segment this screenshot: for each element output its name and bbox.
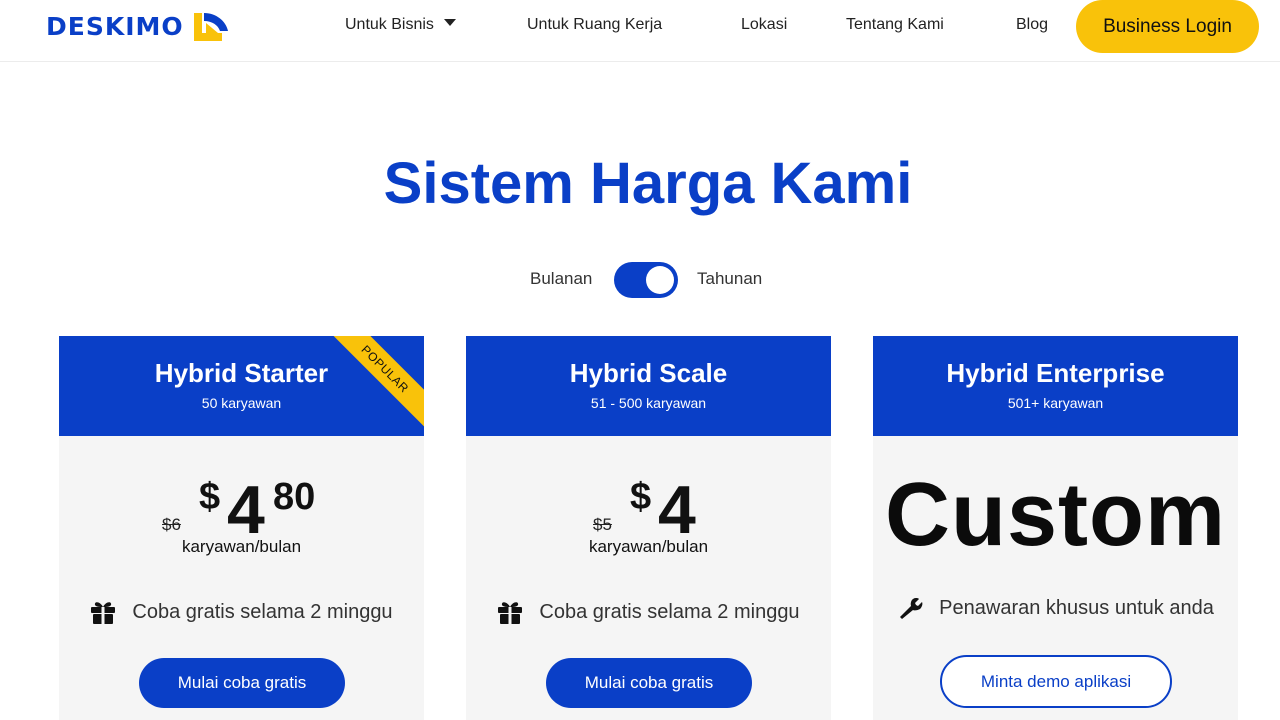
wrench-icon [900, 598, 923, 619]
toggle-label-yearly[interactable]: Tahunan [697, 269, 762, 289]
plan-feature: Penawaran khusus untuk anda [873, 596, 1238, 620]
gift-icon [91, 602, 116, 624]
plan-employees: 51 - 500 karyawan [590, 395, 707, 411]
chevron-down-icon [443, 19, 456, 27]
plan-card-hybrid-enterprise: Hybrid Enterprise 501+ karyawan Custom P… [873, 336, 1238, 720]
business-login-button[interactable]: Business Login [1076, 0, 1259, 53]
custom-price: Custom [885, 465, 1226, 565]
plan-header: Hybrid Starter 50 karyawan POPULAR [59, 336, 424, 436]
price-main: 4 [227, 472, 265, 548]
nav-tentang-kami[interactable]: Tentang Kami [846, 0, 944, 50]
page-title: Sistem Harga Kami [383, 151, 913, 216]
plan-feature-text: Coba gratis selama 2 minggu [132, 600, 393, 623]
plan-employees: 501+ karyawan [1007, 395, 1104, 411]
plan-card-hybrid-scale: Hybrid Scale 51 - 500 karyawan $5 $ 4 ka… [466, 336, 831, 720]
logo-mark-icon [193, 13, 228, 41]
plan-feature-text: Penawaran khusus untuk anda [939, 596, 1214, 619]
plan-header: Hybrid Scale 51 - 500 karyawan [466, 336, 831, 436]
plan-name: Hybrid Scale [569, 358, 728, 388]
nav-untuk-bisnis[interactable]: Untuk Bisnis [345, 0, 456, 50]
plan-card-hybrid-starter: Hybrid Starter 50 karyawan POPULAR $6 $ … [59, 336, 424, 720]
old-price: $6 [162, 515, 181, 534]
plan-name: Hybrid Enterprise [946, 358, 1165, 388]
plan-feature: Coba gratis selama 2 minggu [59, 600, 424, 624]
gift-icon [498, 602, 523, 624]
nav-lokasi[interactable]: Lokasi [741, 0, 787, 50]
site-header: DESKIMO Untuk Bisnis Untuk Ruang Kerja L… [0, 0, 1280, 62]
toggle-label-monthly[interactable]: Bulanan [530, 269, 592, 289]
nav-label: Untuk Bisnis [345, 16, 434, 33]
billing-toggle-group: Bulanan Tahunan [0, 261, 1280, 299]
plan-feature: Coba gratis selama 2 minggu [466, 600, 831, 624]
price-currency: $ [630, 476, 652, 518]
request-demo-button[interactable]: Minta demo aplikasi [940, 655, 1172, 708]
nav-blog[interactable]: Blog [1016, 0, 1048, 50]
start-free-trial-button[interactable]: Mulai coba gratis [139, 658, 345, 708]
old-price: $5 [593, 515, 612, 534]
nav-untuk-ruang-kerja[interactable]: Untuk Ruang Kerja [527, 0, 662, 50]
billing-toggle-switch[interactable] [614, 262, 678, 298]
price-unit: karyawan/bulan [588, 537, 709, 556]
plan-feature-text: Coba gratis selama 2 minggu [539, 600, 800, 623]
logo-text: DESKIMO [46, 11, 184, 41]
price-currency: $ [199, 476, 221, 518]
toggle-knob [646, 266, 674, 294]
price-unit: karyawan/bulan [181, 537, 302, 556]
price-main: 4 [658, 472, 696, 548]
deskimo-logo[interactable]: DESKIMO [46, 8, 232, 44]
plan-employees: 50 karyawan [201, 395, 282, 411]
start-free-trial-button[interactable]: Mulai coba gratis [546, 658, 752, 708]
price-cents: 80 [273, 476, 316, 518]
plan-header: Hybrid Enterprise 501+ karyawan [873, 336, 1238, 436]
